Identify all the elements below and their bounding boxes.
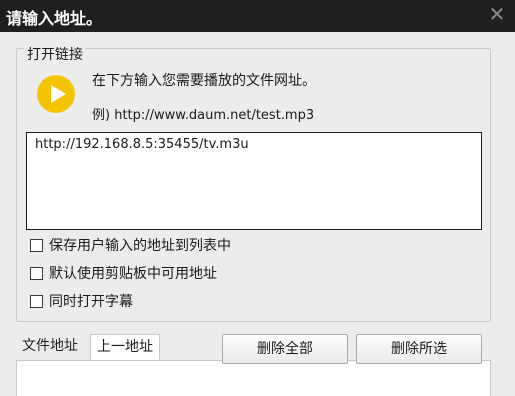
tab-recent-address[interactable]: 上一地址 [90, 334, 160, 360]
tab-panel [16, 360, 491, 396]
save-to-list-option[interactable]: 保存用户输入的地址到列表中 [30, 235, 231, 255]
tab-file-address[interactable]: 文件地址 [16, 334, 84, 360]
use-clipboard-checkbox[interactable] [30, 266, 43, 280]
play-icon [37, 75, 75, 113]
window-title: 请输入地址。 [6, 9, 103, 28]
open-subtitles-checkbox[interactable] [30, 294, 43, 308]
use-clipboard-option[interactable]: 默认使用剪贴板中可用地址 [30, 263, 217, 283]
open-subtitles-option[interactable]: 同时打开字幕 [30, 291, 133, 311]
open-link-legend: 打开链接 [24, 44, 86, 64]
close-icon[interactable]: ✕ [485, 2, 509, 26]
example-url-text: 例) http://www.daum.net/test.mp3 [92, 108, 315, 123]
title-bar: 请输入地址。 ✕ [0, 0, 515, 32]
url-input[interactable]: http://192.168.8.5:35455/tv.m3u [26, 132, 482, 230]
open-subtitles-label: 同时打开字幕 [49, 294, 133, 310]
use-clipboard-label: 默认使用剪贴板中可用地址 [49, 266, 217, 282]
delete-selected-button[interactable]: 删除所选 [356, 334, 482, 364]
save-to-list-label: 保存用户输入的地址到列表中 [49, 238, 231, 254]
delete-all-button[interactable]: 删除全部 [222, 334, 348, 364]
tab-strip: 文件地址 上一地址 [16, 334, 160, 360]
save-to-list-checkbox[interactable] [30, 238, 43, 252]
instruction-text: 在下方输入您需要播放的文件网址。 [92, 73, 316, 89]
